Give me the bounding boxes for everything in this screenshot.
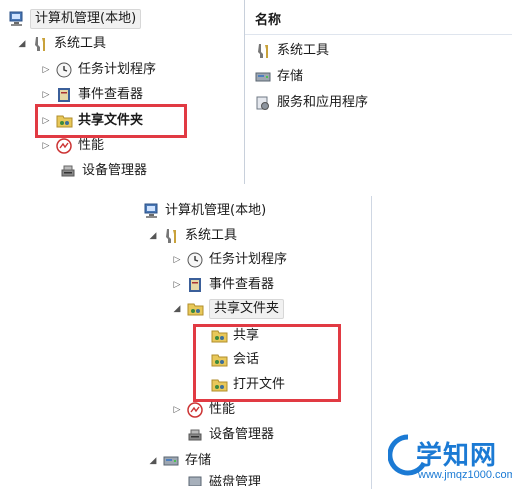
list-item-label: 存储	[277, 69, 304, 84]
b-tree-disk-label: 磁盘管理	[209, 475, 262, 486]
tree-item-label: 任务计划程序	[78, 62, 157, 77]
b-tree-root-label: 计算机管理(本地)	[165, 203, 267, 218]
list-item-services[interactable]: 服务和应用程序	[255, 92, 368, 114]
tree-root-label: 计算机管理(本地)	[30, 9, 142, 29]
clock-icon	[56, 62, 72, 78]
storage-icon	[163, 453, 179, 469]
highlight-shared-folders	[35, 104, 187, 138]
tree-system-tools[interactable]: ◢ 系统工具	[16, 33, 106, 55]
b-tree-performance[interactable]: ▷ 性能	[171, 399, 235, 421]
computer-icon	[8, 11, 24, 27]
b-tree-system-tools[interactable]: ◢ 系统工具	[147, 225, 237, 247]
b-tree-storage[interactable]: ◢ 存储	[147, 450, 211, 472]
panel-gap	[0, 184, 512, 196]
event-viewer-icon	[187, 277, 203, 293]
expanded-arrow-icon[interactable]: ◢	[16, 38, 28, 50]
watermark-title: 学知网	[416, 441, 498, 471]
collapsed-arrow-icon[interactable]: ▷	[171, 279, 183, 291]
b-tree-device-manager[interactable]: 设备管理器	[187, 424, 274, 446]
highlight-children	[193, 324, 341, 402]
collapsed-arrow-icon[interactable]: ▷	[171, 254, 183, 266]
tree-item-label: 设备管理器	[82, 163, 148, 178]
performance-icon	[187, 402, 203, 418]
collapsed-arrow-icon[interactable]: ▷	[40, 64, 52, 76]
expanded-arrow-icon[interactable]: ◢	[147, 230, 159, 242]
tree-item-task-scheduler[interactable]: ▷ 任务计划程序	[40, 59, 156, 81]
disk-icon	[187, 474, 203, 486]
clock-icon	[187, 252, 203, 268]
performance-icon	[56, 138, 72, 154]
b-tree-item-label: 设备管理器	[209, 427, 275, 442]
b-tree-event-viewer[interactable]: ▷ 事件查看器	[171, 274, 274, 296]
top-tree: 计算机管理(本地) ◢ 系统工具 ▷ 任务计划程序 ▷ 事件查看器 ▷ 共享文件…	[0, 0, 244, 184]
b-tree-item-label: 事件查看器	[209, 277, 275, 292]
tree-item-label: 事件查看器	[78, 87, 144, 102]
b-tree-storage-label: 存储	[185, 453, 212, 468]
tree-item-event-viewer[interactable]: ▷ 事件查看器	[40, 84, 143, 106]
collapsed-arrow-icon[interactable]: ▷	[40, 140, 52, 152]
tree-item-performance[interactable]: ▷ 性能	[40, 135, 104, 157]
tree-root[interactable]: 计算机管理(本地)	[8, 8, 142, 30]
tree-system-tools-label: 系统工具	[54, 36, 107, 51]
expanded-arrow-icon[interactable]: ◢	[147, 455, 159, 467]
tools-icon	[163, 228, 179, 244]
column-header-name[interactable]: 名称	[255, 10, 281, 32]
list-item-label: 系统工具	[277, 43, 330, 58]
list-item-label: 服务和应用程序	[277, 95, 369, 110]
device-manager-icon	[187, 427, 203, 443]
b-tree-item-label: 性能	[209, 402, 236, 417]
list-item-storage[interactable]: 存储	[255, 66, 303, 88]
b-tree-task-scheduler[interactable]: ▷ 任务计划程序	[171, 249, 287, 271]
header-divider	[245, 34, 512, 35]
expanded-arrow-icon[interactable]: ◢	[171, 303, 183, 315]
collapsed-arrow-icon[interactable]: ▷	[171, 404, 183, 416]
top-right-list: 名称 系统工具 存储 服务和应用程序	[245, 0, 512, 184]
b-tree-item-label: 任务计划程序	[209, 252, 288, 267]
b-tree-shared-folders[interactable]: ◢ 共享文件夹	[171, 298, 285, 320]
services-icon	[255, 95, 271, 111]
b-tree-item-label: 共享文件夹	[209, 299, 285, 319]
event-viewer-icon	[56, 87, 72, 103]
column-header-label: 名称	[255, 13, 282, 28]
watermark: 学知网 www.jmqz1000.com	[388, 431, 512, 487]
collapsed-arrow-icon[interactable]: ▷	[40, 89, 52, 101]
shared-folder-icon	[187, 301, 204, 317]
b-tree-system-tools-label: 系统工具	[185, 228, 238, 243]
tree-item-label: 性能	[78, 138, 105, 153]
tools-icon	[32, 36, 48, 52]
b-tree-disk-management[interactable]: 磁盘管理	[187, 474, 261, 486]
computer-icon	[143, 203, 159, 219]
list-item-system-tools[interactable]: 系统工具	[255, 40, 329, 62]
b-tree-root[interactable]: 计算机管理(本地)	[143, 200, 266, 222]
device-manager-icon	[60, 163, 76, 179]
tools-icon	[255, 43, 271, 59]
storage-icon	[255, 69, 271, 85]
bottom-divider	[371, 196, 372, 489]
top-panel: 计算机管理(本地) ◢ 系统工具 ▷ 任务计划程序 ▷ 事件查看器 ▷ 共享文件…	[0, 0, 512, 184]
tree-item-device-manager[interactable]: 设备管理器	[60, 160, 147, 182]
watermark-url: www.jmqz1000.com	[418, 469, 512, 481]
